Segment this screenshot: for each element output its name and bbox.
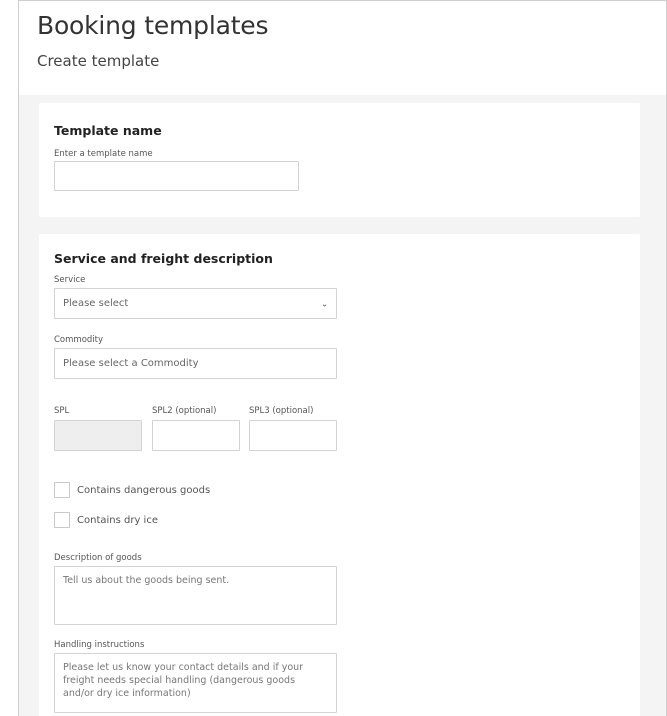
service-select-value: Please select [63,298,129,309]
template-name-label: Enter a template name [54,149,153,159]
template-name-input[interactable] [54,161,299,191]
description-label: Description of goods [54,553,142,563]
commodity-input[interactable]: Please select a Commodity [54,348,337,379]
handling-label: Handling instructions [54,640,145,650]
service-select[interactable]: Please select ⌄ [54,288,337,319]
page-title: Booking templates [37,11,269,40]
dry-ice-checkbox[interactable] [54,512,70,528]
commodity-label: Commodity [54,335,104,345]
dangerous-goods-checkbox[interactable] [54,482,70,498]
service-freight-title: Service and freight description [54,251,273,266]
description-textarea[interactable]: Tell us about the goods being sent. [54,566,337,625]
service-freight-card: Service and freight description Service … [39,234,640,716]
handling-placeholder: Please let us know your contact details … [63,662,304,699]
spl2-input[interactable] [152,420,240,451]
template-name-card: Template name Enter a template name [39,103,640,217]
service-label: Service [54,275,86,285]
spl3-input[interactable] [249,420,337,451]
chevron-down-icon: ⌄ [321,299,328,308]
template-name-title: Template name [54,123,162,138]
spl2-label: SPL2 (optional) [152,406,217,416]
dry-ice-label: Contains dry ice [77,515,158,526]
description-placeholder: Tell us about the goods being sent. [63,575,230,586]
page-header: Booking templates Create template [19,1,666,95]
page-subtitle: Create template [37,52,160,70]
spl3-label: SPL3 (optional) [249,406,314,416]
app-frame: Booking templates Create template Templa… [18,0,667,716]
spl-input [54,420,142,451]
handling-textarea[interactable]: Please let us know your contact details … [54,653,337,713]
spl-label: SPL [54,406,70,416]
dangerous-goods-label: Contains dangerous goods [77,485,211,496]
commodity-placeholder: Please select a Commodity [63,358,199,369]
